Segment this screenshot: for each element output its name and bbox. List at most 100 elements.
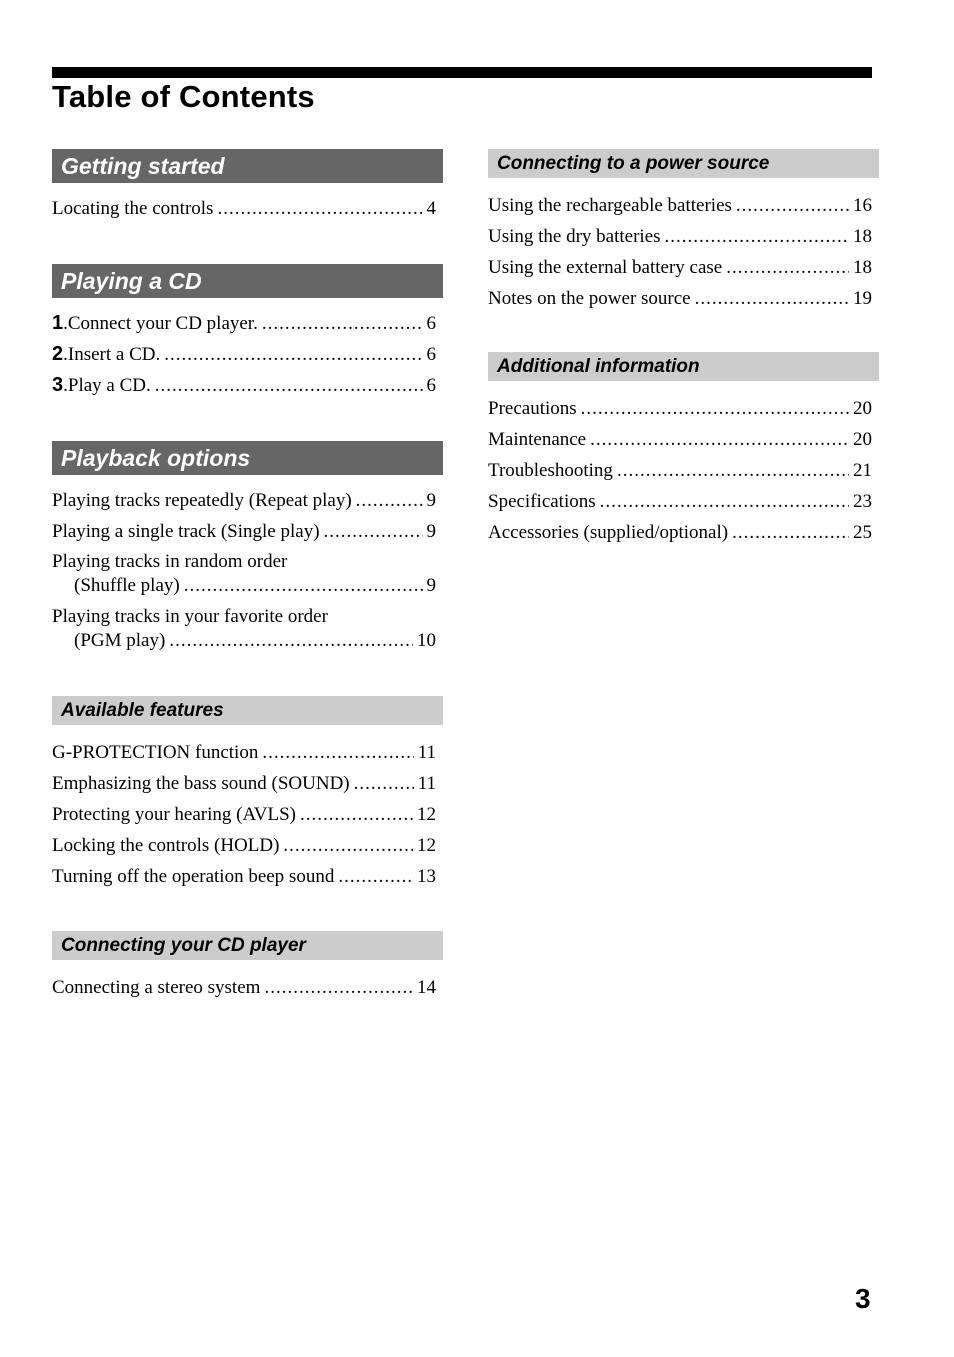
toc-entry-page: 4: [426, 198, 437, 219]
dot-leader: [264, 972, 413, 1003]
toc-entry-label: Turning off the operation beep sound: [52, 866, 335, 887]
toc-entry-continuation: (Shuffle play) 9: [52, 574, 436, 598]
toc-entry-continuation: (PGM play) 10: [52, 629, 436, 653]
toc-section-getting-started: Getting started Locating the controls 4: [52, 149, 443, 224]
toc-section-playing-a-cd: Playing a CD1.Connect your CD player.62.…: [52, 264, 443, 401]
dot-leader: [581, 393, 849, 424]
section-heading: Additional information: [488, 352, 879, 381]
page-title: Table of Contents: [52, 79, 315, 114]
toc-entry-label: Maintenance: [488, 429, 587, 450]
toc-entry[interactable]: G-PROTECTION function 11: [52, 737, 436, 768]
toc-entry[interactable]: Notes on the power source 19: [488, 283, 872, 314]
toc-entry-label-continued: (PGM play): [74, 630, 166, 651]
toc-entry[interactable]: Using the rechargeable batteries 16: [488, 190, 872, 221]
toc-entry-label: Notes on the power source: [488, 288, 691, 309]
toc-section-additional-information: Additional informationPrecautions20Maint…: [488, 352, 879, 548]
dot-leader: [184, 574, 423, 598]
toc-section-available-features: Available features G-PROTECTION function 1…: [52, 696, 443, 892]
toc-entry-page: 21: [853, 460, 872, 481]
toc-right-column: Connecting to a power source Using the re…: [488, 149, 879, 548]
toc-section-connecting-to-a-power-source: Connecting to a power source Using the re…: [488, 149, 879, 314]
toc-entry[interactable]: Troubleshooting 21: [488, 455, 872, 486]
toc-entry-page: 13: [417, 866, 436, 887]
toc-entry[interactable]: Locking the controls (HOLD) 12: [52, 830, 436, 861]
toc-entry-page: 6: [426, 375, 437, 396]
toc-entry-label: Precautions: [488, 398, 577, 419]
toc-entry-list: 1.Connect your CD player.62.Insert a CD.…: [52, 308, 436, 401]
toc-left-column: Getting started Locating the controls 4 Pla…: [52, 149, 443, 1003]
toc-entry-list: Connecting a stereo system 14: [52, 972, 436, 1003]
section-heading: Playing a CD: [52, 264, 443, 298]
step-number: 3: [52, 374, 64, 396]
page-number: 3: [855, 1283, 871, 1314]
toc-entry[interactable]: Maintenance 20: [488, 424, 872, 455]
toc-entry-label: Insert a CD.: [67, 344, 161, 365]
toc-entry-list: Precautions 20 Maintenance 20 Troubleshootin…: [488, 393, 872, 548]
toc-entry[interactable]: Accessories (supplied/optional) 25: [488, 517, 872, 548]
toc-entry-page: 6: [426, 313, 437, 334]
dot-leader: [356, 485, 423, 516]
toc-entry-list: Playing tracks repeatedly (Repeat play) 9…: [52, 485, 436, 657]
dot-leader: [695, 283, 849, 314]
dot-leader: [338, 861, 413, 892]
toc-entry[interactable]: Emphasizing the bass sound (SOUND) 11: [52, 768, 436, 799]
dot-leader: [217, 193, 422, 224]
toc-entry-label: G-PROTECTION function: [52, 742, 259, 763]
toc-entry-page: 6: [426, 344, 437, 365]
dot-leader: [262, 737, 413, 768]
toc-entry[interactable]: Protecting your hearing (AVLS) 12: [52, 799, 436, 830]
toc-entry-page: 9: [426, 521, 437, 542]
toc-entry[interactable]: Specifications 23: [488, 486, 872, 517]
toc-section-playback-options: Playback options Playing tracks repeatedl…: [52, 441, 443, 657]
dot-leader: [155, 370, 423, 401]
toc-entry-label: Protecting your hearing (AVLS): [52, 804, 296, 825]
toc-section-connecting-your-cd-player: Connecting your CD player Connecting a st…: [52, 931, 443, 1003]
toc-entry[interactable]: Playing tracks in your favorite order (PG…: [52, 602, 436, 657]
toc-entry[interactable]: Turning off the operation beep sound 13: [52, 861, 436, 892]
toc-entry-label: Playing tracks in random order: [52, 551, 288, 572]
toc-entry[interactable]: Playing tracks repeatedly (Repeat play) 9: [52, 485, 436, 516]
toc-entry[interactable]: 2.Insert a CD.6: [52, 339, 436, 370]
dot-leader: [590, 424, 849, 455]
toc-entry-page: 12: [417, 804, 436, 825]
toc-entry-label: Connecting a stereo system: [52, 977, 261, 998]
toc-entry-label: Specifications: [488, 491, 596, 512]
toc-entry-label: Play a CD.: [67, 375, 151, 396]
toc-entry[interactable]: Connecting a stereo system 14: [52, 972, 436, 1003]
dot-leader: [300, 799, 413, 830]
toc-entry-page: 9: [426, 490, 437, 511]
toc-entry-page: 14: [417, 977, 436, 998]
section-heading: Getting started: [52, 149, 443, 183]
toc-entry-label: Playing tracks repeatedly (Repeat play): [52, 490, 352, 511]
toc-entry-label: Using the external battery case: [488, 257, 723, 278]
step-number: 1: [52, 312, 64, 334]
title-rule: [52, 67, 872, 78]
toc-entry[interactable]: Using the external battery case 18: [488, 252, 872, 283]
toc-entry-page: 12: [417, 835, 436, 856]
toc-entry-page: 11: [417, 742, 436, 763]
toc-entry-label: Playing tracks in your favorite order: [52, 606, 328, 627]
toc-entry-list: G-PROTECTION function 11 Emphasizing the b…: [52, 737, 436, 892]
toc-entry[interactable]: 1.Connect your CD player.6: [52, 308, 436, 339]
section-heading: Connecting to a power source: [488, 149, 879, 178]
toc-entry-page: 23: [853, 491, 872, 512]
toc-entry-list: Locating the controls 4: [52, 193, 436, 224]
toc-entry-label: Locating the controls: [52, 198, 214, 219]
toc-entry[interactable]: Playing a single track (Single play) 9: [52, 516, 436, 547]
toc-entry[interactable]: Playing tracks in random order (Shuffle p…: [52, 547, 436, 602]
toc-entry[interactable]: Using the dry batteries 18: [488, 221, 872, 252]
dot-leader: [732, 517, 849, 548]
toc-entry-page: 16: [853, 195, 872, 216]
toc-entry-label-continued: (Shuffle play): [74, 575, 180, 596]
toc-entry-label: Using the rechargeable batteries: [488, 195, 732, 216]
toc-entry-label: Using the dry batteries: [488, 226, 661, 247]
toc-entry[interactable]: 3.Play a CD.6: [52, 370, 436, 401]
toc-entry[interactable]: Precautions 20: [488, 393, 872, 424]
toc-entry-page: 25: [853, 522, 872, 543]
section-heading: Connecting your CD player: [52, 931, 443, 960]
toc-entry-page: 9: [426, 575, 437, 596]
toc-entry[interactable]: Locating the controls 4: [52, 193, 436, 224]
step-number: 2: [52, 343, 64, 365]
dot-leader: [283, 830, 413, 861]
dot-leader: [617, 455, 849, 486]
